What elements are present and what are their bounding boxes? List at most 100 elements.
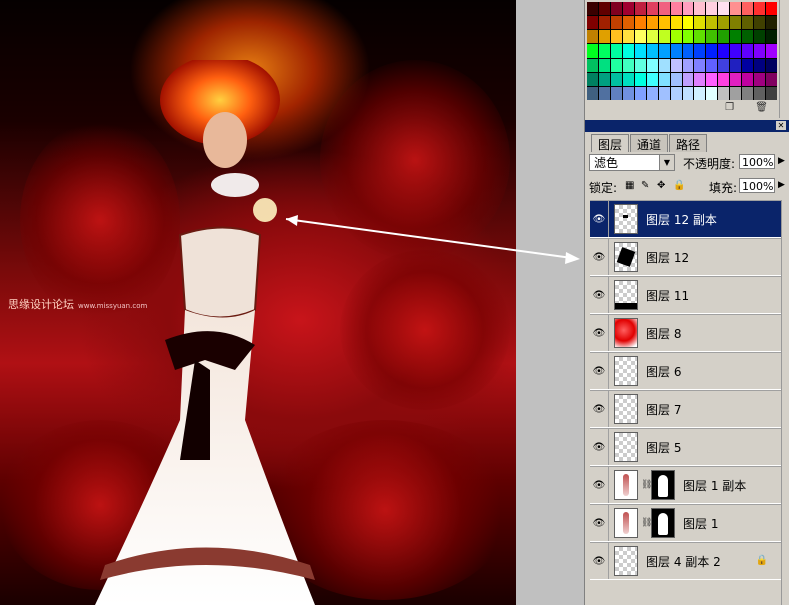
swatch[interactable]	[658, 2, 670, 16]
layer-mask-thumbnail[interactable]	[651, 508, 675, 538]
swatch[interactable]	[754, 16, 766, 30]
swatch[interactable]	[682, 16, 694, 30]
swatch[interactable]	[742, 44, 754, 58]
swatch[interactable]	[598, 86, 610, 100]
layer-row[interactable]: 👁 ⛓ 图层 1	[590, 504, 782, 542]
swatch[interactable]	[718, 2, 730, 16]
swatch[interactable]	[730, 44, 742, 58]
swatch[interactable]	[754, 72, 766, 86]
swatch[interactable]	[634, 16, 646, 30]
swatch[interactable]	[658, 30, 670, 44]
tab-channels[interactable]: 通道	[630, 134, 669, 152]
swatch[interactable]	[646, 2, 658, 16]
swatch[interactable]	[587, 16, 598, 30]
swatch[interactable]	[742, 16, 754, 30]
swatch[interactable]	[622, 44, 634, 58]
swatch[interactable]	[634, 30, 646, 44]
swatch[interactable]	[622, 86, 634, 100]
swatch[interactable]	[610, 16, 622, 30]
swatch[interactable]	[694, 2, 706, 16]
swatch[interactable]	[658, 72, 670, 86]
layer-row[interactable]: 👁 图层 4 副本 2 🔒	[590, 542, 782, 580]
panel-titlebar[interactable]: ✕	[585, 120, 789, 132]
swatch[interactable]	[754, 44, 766, 58]
trash-icon[interactable]: 🗑	[755, 102, 768, 113]
swatch[interactable]	[658, 58, 670, 72]
swatch[interactable]	[634, 86, 646, 100]
swatch[interactable]	[682, 2, 694, 16]
swatch[interactable]	[634, 58, 646, 72]
swatch[interactable]	[670, 86, 682, 100]
swatch[interactable]	[730, 72, 742, 86]
swatch[interactable]	[718, 16, 730, 30]
lock-all-icon[interactable]: 🔒	[673, 181, 685, 191]
swatch[interactable]	[730, 30, 742, 44]
document-canvas[interactable]: 思缘设计论坛 www.missyuan.com	[0, 0, 516, 605]
swatch[interactable]	[587, 72, 598, 86]
swatch[interactable]	[610, 58, 622, 72]
swatch[interactable]	[622, 30, 634, 44]
swatch[interactable]	[646, 16, 658, 30]
new-swatch-icon[interactable]: ❐	[725, 102, 734, 113]
swatch[interactable]	[718, 30, 730, 44]
swatch[interactable]	[634, 2, 646, 16]
swatch[interactable]	[646, 58, 658, 72]
layer-row[interactable]: 👁 图层 12	[590, 238, 782, 276]
swatch[interactable]	[622, 72, 634, 86]
swatch[interactable]	[694, 44, 706, 58]
swatch[interactable]	[658, 86, 670, 100]
swatch[interactable]	[730, 16, 742, 30]
layer-row[interactable]: 👁 图层 8	[590, 314, 782, 352]
swatch[interactable]	[622, 16, 634, 30]
swatch[interactable]	[658, 16, 670, 30]
eye-icon[interactable]: 👁	[590, 353, 609, 389]
swatch[interactable]	[766, 2, 777, 16]
link-icon[interactable]: ⛓	[641, 518, 652, 528]
swatch[interactable]	[682, 72, 694, 86]
swatch-scrollbar[interactable]	[779, 0, 789, 118]
eye-icon[interactable]: 👁	[590, 277, 609, 313]
lock-transparency-icon[interactable]: ▦	[625, 181, 635, 191]
swatch[interactable]	[646, 72, 658, 86]
swatch[interactable]	[766, 58, 777, 72]
swatch[interactable]	[706, 58, 718, 72]
opacity-input[interactable]: 100%	[739, 154, 775, 169]
eye-icon[interactable]: 👁	[590, 505, 609, 541]
eye-icon[interactable]: 👁	[590, 391, 609, 427]
swatch[interactable]	[610, 72, 622, 86]
eye-icon[interactable]: 👁	[590, 315, 609, 351]
layer-scrollbar[interactable]	[781, 200, 789, 605]
tab-paths[interactable]: 路径	[669, 134, 708, 152]
swatch[interactable]	[682, 58, 694, 72]
swatch[interactable]	[766, 72, 777, 86]
lock-position-icon[interactable]: ✥	[657, 181, 667, 191]
swatch[interactable]	[670, 72, 682, 86]
layer-row[interactable]: 👁 图层 12 副本	[590, 200, 782, 238]
swatch[interactable]	[742, 72, 754, 86]
swatch[interactable]	[730, 58, 742, 72]
swatch[interactable]	[634, 44, 646, 58]
swatch[interactable]	[634, 72, 646, 86]
swatch[interactable]	[706, 16, 718, 30]
eye-icon[interactable]: 👁	[590, 467, 609, 503]
swatch[interactable]	[694, 30, 706, 44]
swatch[interactable]	[670, 58, 682, 72]
eye-icon[interactable]: 👁	[590, 543, 609, 579]
swatch[interactable]	[694, 86, 706, 100]
swatch[interactable]	[754, 58, 766, 72]
swatch[interactable]	[610, 2, 622, 16]
swatch[interactable]	[622, 58, 634, 72]
swatch[interactable]	[682, 86, 694, 100]
swatch[interactable]	[670, 16, 682, 30]
swatch[interactable]	[598, 30, 610, 44]
swatch[interactable]	[718, 86, 730, 100]
swatch[interactable]	[742, 2, 754, 16]
opacity-arrow-icon[interactable]: ▶	[778, 156, 785, 166]
layer-row[interactable]: 👁 图层 11	[590, 276, 782, 314]
swatch[interactable]	[658, 44, 670, 58]
swatch[interactable]	[706, 2, 718, 16]
swatch[interactable]	[718, 44, 730, 58]
swatch[interactable]	[646, 44, 658, 58]
swatch[interactable]	[718, 72, 730, 86]
swatch[interactable]	[730, 86, 742, 100]
